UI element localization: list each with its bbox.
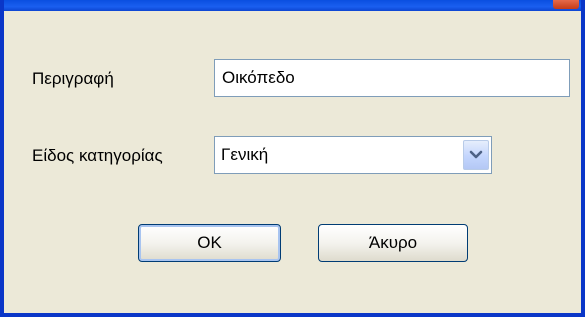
description-label: Περιγραφή [32,69,114,88]
close-button[interactable] [553,0,579,9]
chevron-down-icon [469,150,483,159]
cancel-button[interactable]: Άκυρο [318,224,468,262]
dropdown-button[interactable] [463,140,489,170]
title-bar[interactable] [4,0,581,11]
ok-button-label: OK [197,233,222,252]
category-label: Είδος κατηγορίας [32,146,163,165]
dialog-window: Περιγραφή Είδος κατηγορίας Γενική OK Άκυ… [0,0,585,317]
category-selected-value: Γενική [221,145,269,164]
description-input[interactable] [214,59,570,97]
cancel-button-label: Άκυρο [368,233,418,252]
category-select[interactable]: Γενική [214,136,492,174]
ok-button[interactable]: OK [138,224,281,262]
